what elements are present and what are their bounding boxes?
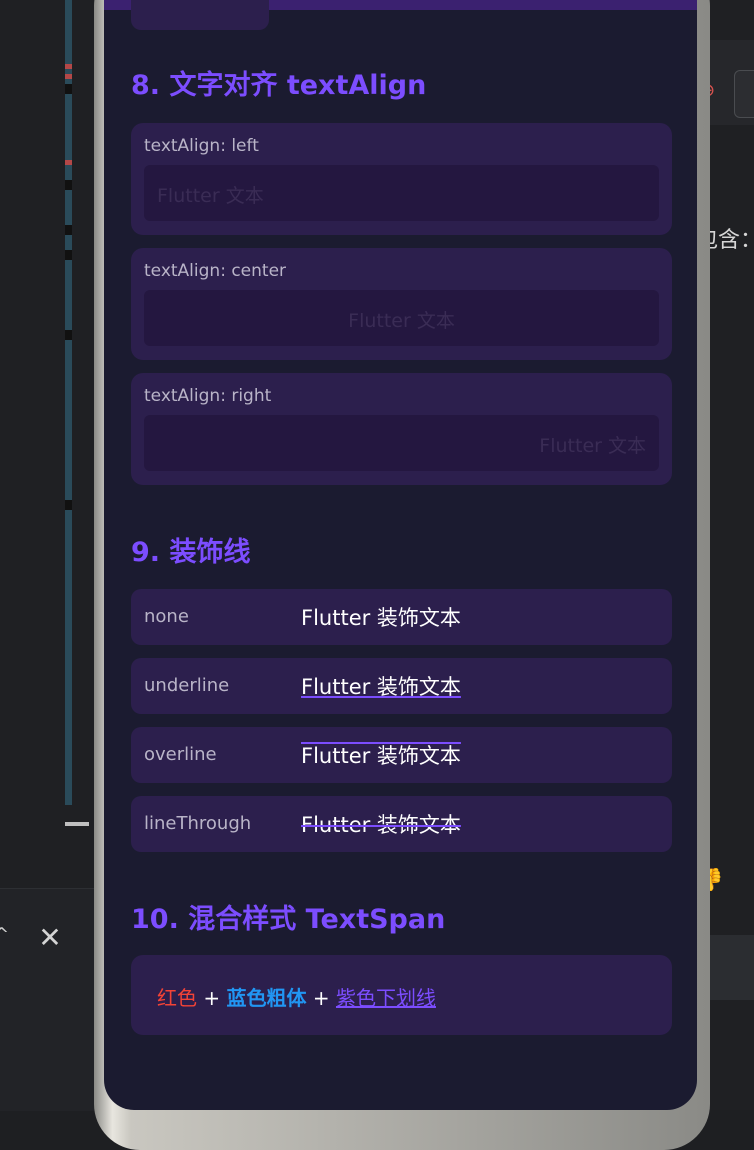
decoration-label: none bbox=[144, 606, 189, 627]
align-sample-text: Flutter 文本 bbox=[348, 310, 455, 332]
decoration-label: underline bbox=[144, 675, 230, 696]
previous-card-stub bbox=[131, 0, 269, 30]
section-title-text-span: 10. 混合样式 TextSpan bbox=[131, 904, 446, 935]
section-title-decoration: 9. 装饰线 bbox=[131, 537, 251, 568]
decoration-sample: Flutter 装饰文本 bbox=[301, 744, 461, 768]
span-plus: + bbox=[197, 986, 227, 1010]
span-plus: + bbox=[306, 986, 336, 1010]
decoration-sample: Flutter 装饰文本 bbox=[301, 675, 461, 699]
text-align-card-left: textAlign: left Flutter 文本 bbox=[131, 123, 672, 235]
gutter-gap bbox=[65, 84, 72, 94]
align-sample-text: Flutter 文本 bbox=[539, 435, 646, 457]
phone-screen: 8. 文字对齐 textAlign textAlign: left Flutte… bbox=[104, 0, 697, 1110]
ide-right-button[interactable] bbox=[734, 70, 754, 118]
rich-text-line: 红色 + 蓝色粗体 + 紫色下划线 bbox=[157, 982, 436, 1011]
decoration-row-none: none Flutter 装饰文本 bbox=[131, 589, 672, 645]
gutter-gap bbox=[65, 500, 72, 510]
ide-scroll-indicator bbox=[65, 822, 89, 826]
align-label: textAlign: right bbox=[144, 386, 272, 406]
close-icon[interactable]: ✕ bbox=[37, 924, 63, 952]
decoration-sample: Flutter 装饰文本 bbox=[301, 813, 461, 837]
align-sample-box: Flutter 文本 bbox=[144, 415, 659, 471]
text-align-card-center: textAlign: center Flutter 文本 bbox=[131, 248, 672, 360]
decoration-sample: Flutter 装饰文本 bbox=[301, 606, 461, 630]
gutter-gap bbox=[65, 330, 72, 340]
gutter-gap bbox=[65, 250, 72, 260]
section-title-text-align: 8. 文字对齐 textAlign bbox=[131, 70, 427, 101]
decoration-row-overline: overline Flutter 装饰文本 bbox=[131, 727, 672, 783]
decoration-label: overline bbox=[144, 744, 217, 765]
align-label: textAlign: left bbox=[144, 136, 259, 156]
align-sample-text: Flutter 文本 bbox=[157, 185, 264, 207]
span-purple-underline: 紫色下划线 bbox=[335, 986, 436, 1010]
chevron-up-icon[interactable]: ^ bbox=[0, 926, 9, 944]
decoration-row-line-through: lineThrough Flutter 装饰文本 bbox=[131, 796, 672, 852]
gutter-change-marker bbox=[65, 74, 72, 79]
gutter-gap bbox=[65, 180, 72, 190]
align-label: textAlign: center bbox=[144, 261, 287, 281]
ide-change-gutter bbox=[65, 0, 72, 805]
text-span-card: 红色 + 蓝色粗体 + 紫色下划线 bbox=[131, 955, 672, 1035]
decoration-row-underline: underline Flutter 装饰文本 bbox=[131, 658, 672, 714]
text-align-card-right: textAlign: right Flutter 文本 bbox=[131, 373, 672, 485]
gutter-change-marker bbox=[65, 64, 72, 69]
span-red: 红色 bbox=[157, 986, 197, 1010]
gutter-gap bbox=[65, 225, 72, 235]
align-sample-box: Flutter 文本 bbox=[144, 165, 659, 221]
align-sample-box: Flutter 文本 bbox=[144, 290, 659, 346]
decoration-label: lineThrough bbox=[144, 813, 252, 834]
gutter-change-marker bbox=[65, 160, 72, 165]
span-blue-bold: 蓝色粗体 bbox=[226, 986, 307, 1010]
